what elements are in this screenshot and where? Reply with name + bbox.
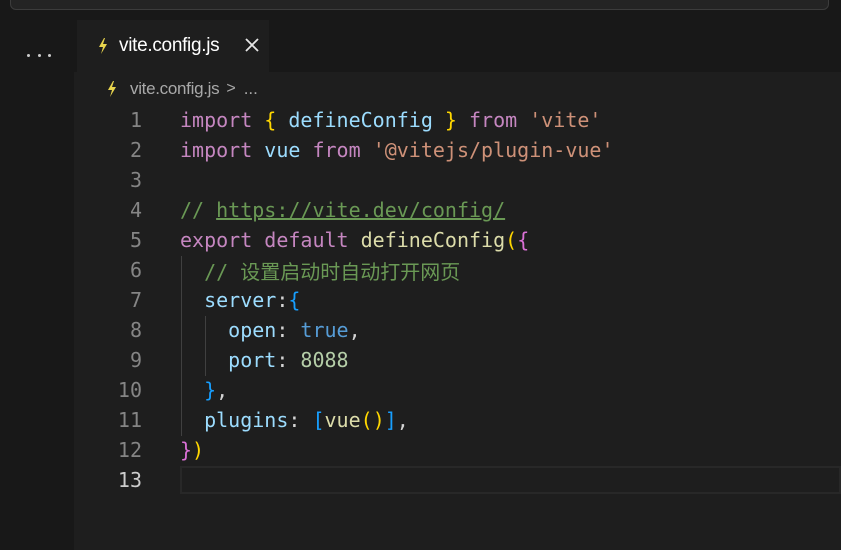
code-text: export default defineConfig({ <box>180 228 530 252</box>
comment-link[interactable]: https://vite.dev/config/ <box>216 198 505 222</box>
code-line: 8 open: true, <box>74 315 841 345</box>
line-number: 10 <box>117 378 142 402</box>
code-text: // https://vite.dev/config/ <box>180 198 506 222</box>
breadcrumb-file[interactable]: vite.config.js <box>130 79 220 99</box>
line-number: 3 <box>129 168 142 192</box>
line-number: 2 <box>129 138 142 162</box>
line-number: 4 <box>129 198 142 222</box>
tab-vite-config[interactable]: vite.config.js <box>77 20 269 72</box>
line-number: 9 <box>129 348 142 372</box>
line-number: 7 <box>129 288 142 312</box>
code-text: open: true, <box>180 318 361 342</box>
breadcrumb-separator: > <box>226 80 236 97</box>
javascript-file-icon <box>97 38 109 54</box>
code-text: plugins: [vue()], <box>180 408 409 432</box>
code-text: server:{ <box>180 288 301 312</box>
code-line: 3 <box>74 165 841 195</box>
line-number: 6 <box>129 258 142 282</box>
code-line: 4 // https://vite.dev/config/ <box>74 195 841 225</box>
code-line: 2 import vue from '@vitejs/plugin-vue' <box>74 135 841 165</box>
line-number: 5 <box>129 228 142 252</box>
breadcrumb: vite.config.js > ... <box>106 76 258 102</box>
command-center-search[interactable] <box>10 0 829 10</box>
code-line: 1 import { defineConfig } from 'vite' <box>74 105 841 135</box>
code-text: }, <box>204 378 229 402</box>
line-number: 1 <box>129 108 142 132</box>
code-line: 9 port: 8088 <box>74 345 841 375</box>
code-editor[interactable]: 1 import { defineConfig } from 'vite' 2 … <box>74 102 841 550</box>
close-icon[interactable] <box>241 34 263 56</box>
editor-tab-bar: vite.config.js <box>74 20 841 72</box>
more-actions-icon[interactable] <box>27 51 51 59</box>
line-number: 11 <box>117 408 142 432</box>
code-line: 6 // 设置启动时自动打开网页 <box>74 255 841 285</box>
tab-label: vite.config.js <box>119 35 220 56</box>
side-bar <box>0 20 74 550</box>
line-number: 8 <box>129 318 142 342</box>
code-line: 11 plugins: [vue()], <box>74 405 841 435</box>
title-bar <box>0 0 841 20</box>
code-line: 12 }) <box>74 435 841 465</box>
javascript-file-icon <box>106 81 118 97</box>
code-line: 10 }, <box>74 375 841 405</box>
code-line: 13 <box>74 465 841 495</box>
code-text: import { defineConfig } from 'vite' <box>180 108 602 132</box>
line-number: 13 <box>117 468 142 492</box>
code-line: 7 server:{ <box>74 285 841 315</box>
code-text: // 设置启动时自动打开网页 <box>180 259 461 284</box>
code-text: }) <box>180 438 205 462</box>
code-text: import vue from '@vitejs/plugin-vue' <box>180 138 614 162</box>
line-number: 12 <box>117 438 142 462</box>
vscode-window: vite.config.js vite.config.js > ... 1 im… <box>0 0 841 550</box>
breadcrumb-symbols[interactable]: ... <box>244 79 258 99</box>
code-line: 5 export default defineConfig({ <box>74 225 841 255</box>
code-text: port: 8088 <box>180 348 349 372</box>
